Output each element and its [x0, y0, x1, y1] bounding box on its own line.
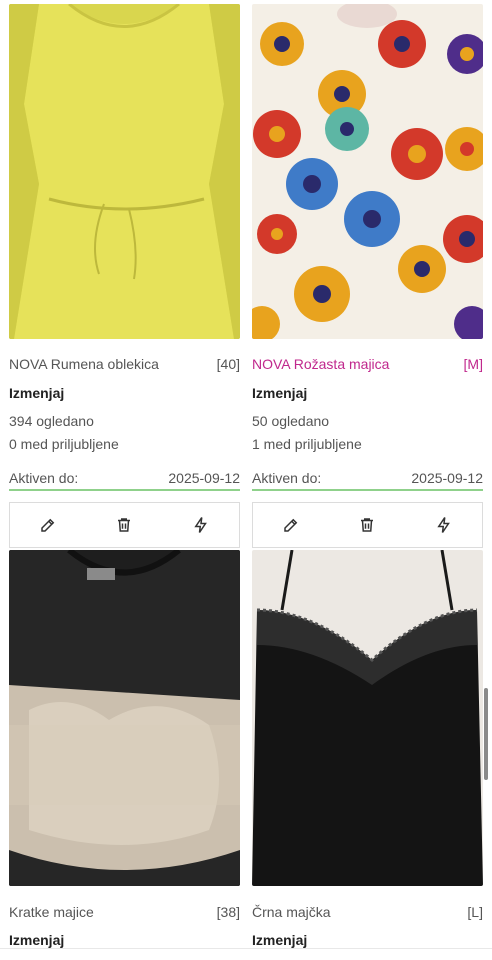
listing-title[interactable]: Kratke majice: [9, 904, 94, 920]
listing-photo-black-lace-cami[interactable]: [252, 550, 483, 886]
listing-title-row[interactable]: Kratke majice [38]: [9, 904, 240, 920]
edit-pencil-icon[interactable]: [279, 513, 303, 537]
active-until-row: Aktiven do: 2025-09-12: [9, 470, 240, 491]
trash-icon[interactable]: [112, 513, 136, 537]
listing-title[interactable]: Črna majčka: [252, 904, 331, 920]
listing-title-row[interactable]: NOVA Rožasta majica [M]: [252, 356, 483, 372]
listing-photo-yellow-dress[interactable]: [9, 4, 240, 339]
listing-size: [M]: [463, 356, 483, 372]
listing-size: [40]: [216, 356, 240, 372]
edit-link[interactable]: Izmenjaj: [9, 932, 64, 948]
listing-title[interactable]: NOVA Rožasta majica: [252, 356, 389, 372]
listing-title[interactable]: NOVA Rumena oblekica: [9, 356, 159, 372]
listing-photo-levis-tshirt[interactable]: [9, 550, 240, 886]
views-count: 50 ogledano: [252, 413, 330, 429]
edit-pencil-icon[interactable]: [36, 513, 60, 537]
listing-actions-bar: [9, 502, 240, 548]
listing-size: [L]: [467, 904, 483, 920]
trash-icon[interactable]: [355, 513, 379, 537]
listing-title-row[interactable]: NOVA Rumena oblekica [40]: [9, 356, 240, 372]
edit-link[interactable]: Izmenjaj: [252, 932, 307, 948]
bolt-icon[interactable]: [189, 513, 213, 537]
edit-link[interactable]: Izmenjaj: [9, 385, 64, 401]
listing-title-row[interactable]: Črna majčka [L]: [252, 904, 483, 920]
edit-link[interactable]: Izmenjaj: [252, 385, 307, 401]
active-date: 2025-09-12: [168, 470, 240, 486]
listing-photo-floral-top[interactable]: [252, 4, 483, 339]
views-count: 394 ogledano: [9, 413, 94, 429]
bolt-icon[interactable]: [432, 513, 456, 537]
listing-actions-bar: [252, 502, 483, 548]
active-label: Aktiven do:: [9, 470, 79, 486]
favorites-count: 0 med priljubljene: [9, 436, 119, 452]
active-label: Aktiven do:: [252, 470, 322, 486]
scrollbar[interactable]: [484, 688, 488, 780]
favorites-count: 1 med priljubljene: [252, 436, 362, 452]
active-until-row: Aktiven do: 2025-09-12: [252, 470, 483, 491]
active-date: 2025-09-12: [411, 470, 483, 486]
divider: [0, 948, 492, 949]
listing-size: [38]: [216, 904, 240, 920]
